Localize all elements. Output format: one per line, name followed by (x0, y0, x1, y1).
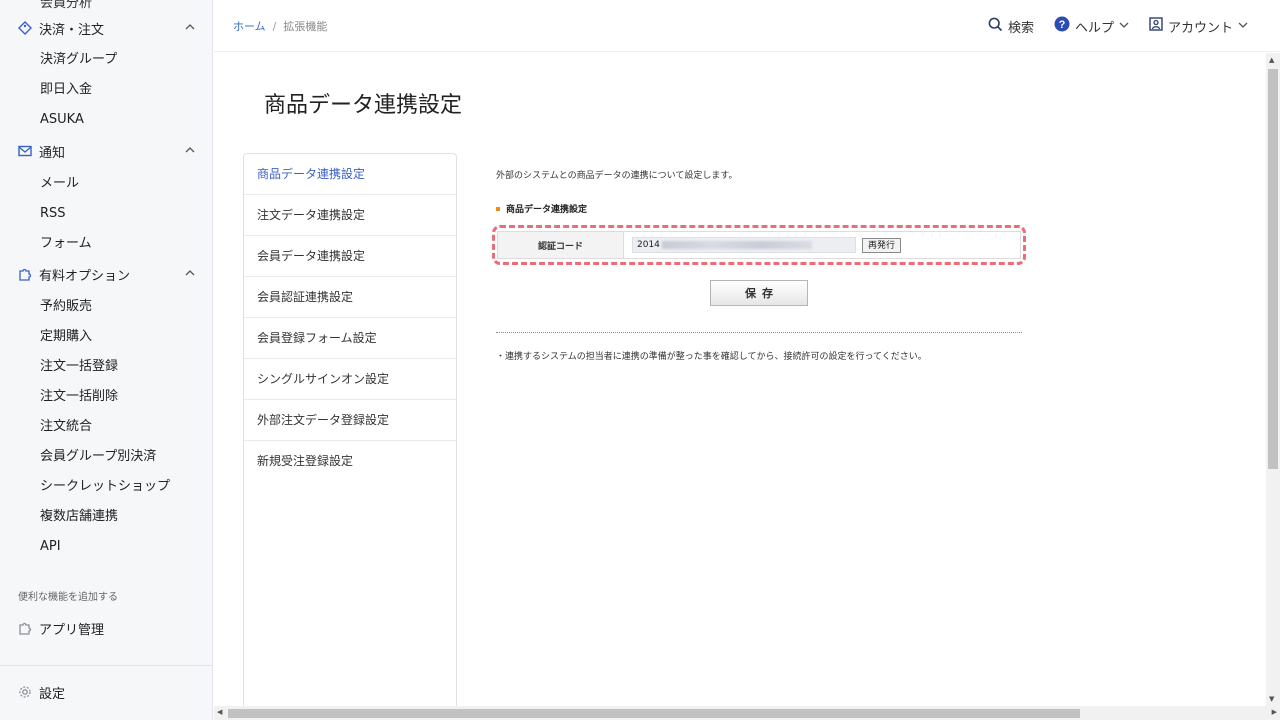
sidebar-item-same-day-deposit[interactable]: 即日入金 (40, 80, 92, 100)
auth-code-masked (661, 241, 812, 249)
note-text: ・連携するシステムの担当者に連携の準備が整った事を確認してから、接続許可の設定を… (496, 352, 927, 362)
sidebar-item-api[interactable]: API (40, 537, 61, 557)
vertical-scrollbar[interactable]: ▲ ▼ (1266, 53, 1280, 706)
search-button[interactable]: 検索 (988, 17, 1034, 36)
sidebar-item-bulk-order-delete[interactable]: 注文一括削除 (40, 387, 118, 407)
dotted-divider (496, 332, 1022, 333)
subnav-item-member-auth[interactable]: 会員認証連携設定 (244, 277, 456, 318)
puzzle-icon (18, 621, 32, 635)
top-bar-actions: 検索 ? ヘルプ アカウント (988, 16, 1248, 36)
subnav-item-external-order[interactable]: 外部注文データ登録設定 (244, 400, 456, 441)
auth-code-label: 認証コード (498, 232, 624, 258)
sidebar-item-app-management[interactable]: アプリ管理 (0, 613, 212, 643)
scroll-right-arrow-icon[interactable]: ▶ (1272, 708, 1277, 716)
subnav-item-member-data[interactable]: 会員データ連携設定 (244, 236, 456, 277)
sidebar-item-subscription[interactable]: 定期購入 (40, 327, 92, 347)
chevron-down-icon (1238, 19, 1248, 34)
sidebar-item-multi-store[interactable]: 複数店舗連携 (40, 507, 118, 527)
sidebar-item-asuka[interactable]: ASUKA (40, 110, 84, 130)
sidebar-group-paid-options[interactable]: 有料オプション (0, 259, 212, 289)
vertical-scroll-thumb[interactable] (1268, 69, 1278, 469)
mail-icon (18, 144, 32, 158)
chevron-up-icon (185, 21, 195, 36)
sidebar-caption: 便利な機能を追加する (18, 592, 118, 603)
sidebar-item-label: アプリ管理 (39, 622, 105, 638)
section-heading-text: 商品データ連携設定 (506, 205, 588, 215)
highlight-frame: 認証コード 2014 再発行 (492, 225, 1026, 265)
chevron-up-icon (185, 267, 195, 282)
sidebar-group-label: 有料オプション (39, 268, 131, 284)
help-label: ヘルプ (1074, 20, 1114, 36)
subnav-item-new-order[interactable]: 新規受注登録設定 (244, 441, 456, 482)
subnav-item-sso[interactable]: シングルサインオン設定 (244, 359, 456, 400)
help-button[interactable]: ? ヘルプ (1054, 16, 1129, 36)
account-label: アカウント (1167, 20, 1233, 36)
save-button[interactable]: 保存 (710, 280, 808, 306)
subnav-item-member-form[interactable]: 会員登録フォーム設定 (244, 318, 456, 359)
search-label: 検索 (1007, 20, 1034, 36)
horizontal-scroll-thumb[interactable] (228, 709, 1080, 718)
auth-code-prefix: 2014 (637, 240, 660, 250)
sidebar-item-order-merge[interactable]: 注文統合 (40, 417, 92, 437)
account-button[interactable]: アカウント (1149, 17, 1248, 36)
sidebar-item-bulk-order-register[interactable]: 注文一括登録 (40, 357, 118, 377)
auth-code-field[interactable]: 2014 (632, 237, 856, 253)
breadcrumb-current: 拡張機能 (283, 20, 328, 33)
chevron-up-icon (185, 144, 195, 159)
account-icon (1149, 17, 1163, 35)
scroll-left-arrow-icon[interactable]: ◀ (217, 708, 222, 716)
section-heading: 商品データ連携設定 (496, 202, 1026, 215)
sidebar-item-rss[interactable]: RSS (40, 204, 66, 224)
top-bar: ホーム / 拡張機能 検索 ? ヘルプ アカウント (214, 0, 1280, 52)
sidebar-divider (0, 665, 212, 666)
scroll-up-arrow-icon[interactable]: ▲ (1269, 56, 1274, 64)
subnav-item-product-data[interactable]: 商品データ連携設定 (244, 154, 456, 195)
intro-text: 外部のシステムとの商品データの連携について設定します。 (496, 171, 738, 181)
search-icon (988, 17, 1003, 36)
sidebar-item-preorder[interactable]: 予約販売 (40, 297, 92, 317)
sidebar-item-payment-group[interactable]: 決済グループ (40, 50, 117, 70)
sidebar-item-member-analysis[interactable]: 会員分析 (40, 0, 92, 11)
help-icon: ? (1054, 16, 1070, 36)
sub-navigation: 商品データ連携設定 注文データ連携設定 会員データ連携設定 会員認証連携設定 会… (243, 153, 457, 713)
bullet-square-icon (496, 206, 500, 211)
scroll-down-arrow-icon[interactable]: ▼ (1269, 695, 1274, 703)
sidebar-item-secret-shop[interactable]: シークレットショップ (40, 477, 170, 497)
breadcrumb: ホーム / 拡張機能 (233, 18, 327, 34)
sidebar: 会員分析 決済・注文 決済グループ 即日入金 ASUKA 通知 メール RSS … (0, 0, 213, 720)
page-title: 商品データ連携設定 (264, 93, 463, 118)
breadcrumb-home-link[interactable]: ホーム (233, 20, 266, 33)
sidebar-item-form[interactable]: フォーム (40, 234, 92, 254)
reissue-button[interactable]: 再発行 (862, 237, 902, 253)
sidebar-item-label: 設定 (39, 686, 66, 702)
breadcrumb-separator: / (272, 20, 277, 33)
sidebar-item-mail[interactable]: メール (40, 174, 79, 194)
sidebar-group-notice[interactable]: 通知 (0, 136, 212, 166)
sidebar-group-label: 決済・注文 (39, 22, 105, 38)
sidebar-item-settings[interactable]: 設定 (0, 677, 212, 707)
horizontal-scrollbar[interactable]: ◀ ▶ (214, 706, 1280, 720)
sidebar-item-member-group-payment[interactable]: 会員グループ別決済 (40, 447, 156, 467)
gear-icon (18, 685, 32, 699)
sidebar-group-label: 通知 (39, 145, 66, 161)
puzzle-icon (18, 267, 32, 281)
tag-icon (18, 21, 32, 35)
subnav-item-order-data[interactable]: 注文データ連携設定 (244, 195, 456, 236)
settings-panel: 外部のシステムとの商品データの連携について設定します。 商品データ連携設定 認証… (492, 165, 1026, 362)
svg-text:?: ? (1059, 19, 1066, 31)
main-content: 商品データ連携設定 商品データ連携設定 注文データ連携設定 会員データ連携設定 … (214, 53, 1266, 713)
auth-code-row: 認証コード 2014 再発行 (497, 231, 1021, 259)
sidebar-group-payment[interactable]: 決済・注文 (0, 13, 212, 43)
chevron-down-icon (1119, 19, 1129, 34)
